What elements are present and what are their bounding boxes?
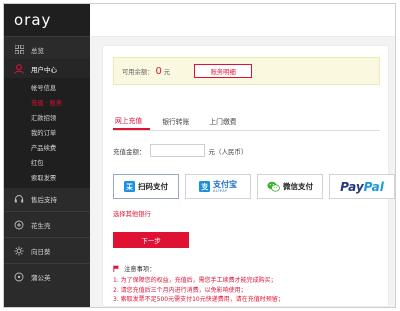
- payment-option-sublabel: ALIPAY: [213, 188, 228, 193]
- payment-option-paypal[interactable]: PayPal: [329, 174, 395, 199]
- paypal-logo-part: Pay: [340, 179, 364, 194]
- sidebar-subitem-my-orders[interactable]: 我的订单: [4, 125, 90, 140]
- notes-title: 注意事项：: [113, 264, 378, 273]
- balance-label: 可用余额：: [122, 68, 154, 76]
- dandelion-icon: [13, 271, 25, 283]
- amount-input[interactable]: [149, 144, 205, 157]
- sidebar-item-label: 售后支持: [31, 195, 57, 204]
- headset-icon: [13, 193, 25, 205]
- payment-option-label: 扫码支付: [138, 182, 168, 191]
- sidebar: oray 总览 用户中心 帐号信息 充值 · 账务 汇款招领 我的订单 产品续费…: [4, 4, 90, 307]
- payment-option-scan[interactable]: 扫码支付: [113, 174, 179, 199]
- sidebar-subitem-label: 红包: [31, 160, 44, 167]
- payment-option-alipay[interactable]: 支付宝 ALIPAY: [185, 174, 251, 199]
- payment-option-label: 支付宝: [213, 179, 237, 189]
- note-item: 1. 为了保障您的权益，充值后，需您手工续费才能完成购买；: [113, 277, 277, 284]
- recharge-panel: 可用余额： 0 元 账务明细 网上充值 银行转账 上门缴费 充值金额： 元（人民…: [102, 45, 395, 307]
- sidebar-item-sunflower[interactable]: 向日葵: [4, 240, 90, 261]
- balance-value: 0: [155, 65, 162, 77]
- amount-unit: 元（人民币）: [208, 147, 248, 156]
- divider: [4, 237, 90, 238]
- sidebar-subitem-label: 索取发票: [31, 175, 57, 182]
- sunflower-icon: [13, 245, 25, 257]
- sidebar-item-support[interactable]: 售后支持: [4, 188, 90, 209]
- sidebar-subitem-label: 我的订单: [31, 130, 57, 137]
- paypal-logo: PayPal: [340, 180, 384, 194]
- sidebar-subitem-invoice[interactable]: 索取发票: [4, 170, 90, 185]
- alipay-label-group: 支付宝 ALIPAY: [213, 179, 237, 193]
- sidebar-item-overview[interactable]: 总览: [4, 40, 90, 59]
- sidebar-subitem-account-info[interactable]: 帐号信息: [4, 80, 90, 95]
- sidebar-subitem-label: 帐号信息: [31, 85, 57, 92]
- sidebar-item-peanut[interactable]: 花生壳: [4, 214, 90, 235]
- sidebar-item-label: 花生壳: [31, 221, 51, 230]
- main-content: 可用余额： 0 元 账务明细 网上充值 银行转账 上门缴费 充值金额： 元（人民…: [90, 37, 395, 307]
- tab-onsite-payment[interactable]: 上门缴费: [207, 112, 244, 130]
- payment-option-label: 微信支付: [283, 182, 313, 191]
- notes-title-text: 注意事项：: [124, 266, 156, 273]
- sidebar-item-label: 蒲公英: [31, 273, 51, 282]
- sidebar-subitem-recharge[interactable]: 充值 · 账务: [4, 95, 90, 110]
- tab-bank-transfer[interactable]: 银行转账: [160, 112, 197, 130]
- divider: [4, 263, 90, 264]
- logo-text: oray: [14, 11, 52, 29]
- scan-pay-icon: [124, 181, 135, 192]
- app-window: oray 总览 用户中心 帐号信息 充值 · 账务 汇款招领 我的订单 产品续费…: [3, 3, 396, 308]
- amount-label: 充值金额：: [113, 147, 146, 156]
- flag-icon: [113, 265, 120, 272]
- balance-bar: 可用余额： 0 元 账务明细: [113, 57, 380, 85]
- account-details-button[interactable]: 账务明细: [194, 64, 253, 78]
- sidebar-subitem-label: 产品续费: [31, 145, 57, 152]
- next-step-button[interactable]: 下一步: [113, 232, 189, 248]
- peanut-icon: [13, 219, 25, 231]
- sidebar-item-label: 总览: [31, 46, 44, 55]
- notes-section: 注意事项： 1. 为了保障您的权益，充值后，需您手工续费才能完成购买； 2. 请…: [113, 264, 378, 305]
- paypal-logo-part: Pal: [363, 179, 384, 194]
- payment-option-wechat[interactable]: 微信支付: [257, 174, 323, 199]
- sidebar-item-dandelion[interactable]: 蒲公英: [4, 266, 90, 287]
- other-bank-link[interactable]: 选择其他银行: [113, 209, 151, 218]
- sidebar-subitem-red-packet[interactable]: 红包: [4, 155, 90, 170]
- wechat-icon: [267, 181, 280, 192]
- sidebar-subitem-product-renewal[interactable]: 产品续费: [4, 140, 90, 155]
- recharge-tabs: 网上充值 银行转账 上门缴费: [113, 113, 380, 131]
- sidebar-item-label: 用户中心: [31, 65, 57, 74]
- note-item: 3. 索取发票不足500元需支付10元快递费用，请在充值时预留；: [113, 296, 284, 303]
- payment-options: 扫码支付 支付宝 ALIPAY 微信支付 PayPal: [113, 174, 395, 199]
- sidebar-subitem-remittance-claim[interactable]: 汇款招领: [4, 110, 90, 125]
- balance-unit: 元: [163, 68, 171, 76]
- sidebar-subitem-label: 汇款招领: [31, 115, 57, 122]
- amount-row: 充值金额： 元（人民币）: [113, 144, 248, 157]
- sidebar-item-user-center[interactable]: 用户中心: [4, 59, 90, 78]
- divider: [4, 211, 90, 212]
- user-center-submenu: 帐号信息 充值 · 账务 汇款招领 我的订单 产品续费 红包 索取发票: [4, 78, 90, 188]
- user-icon: [13, 63, 25, 75]
- sidebar-subitem-label: 充值 · 账务: [31, 100, 63, 107]
- top-bar: [90, 4, 395, 37]
- logo[interactable]: oray: [4, 4, 90, 37]
- tab-online-recharge[interactable]: 网上充值: [113, 112, 151, 130]
- grid-icon: [13, 44, 25, 56]
- sidebar-lower-nav: 售后支持 花生壳 向日葵 蒲公英: [4, 188, 90, 287]
- sidebar-item-label: 向日葵: [31, 247, 51, 256]
- note-item: 2. 请您充值后三个月内进行消费，以免影响使用；: [113, 286, 247, 294]
- alipay-icon: [199, 181, 210, 192]
